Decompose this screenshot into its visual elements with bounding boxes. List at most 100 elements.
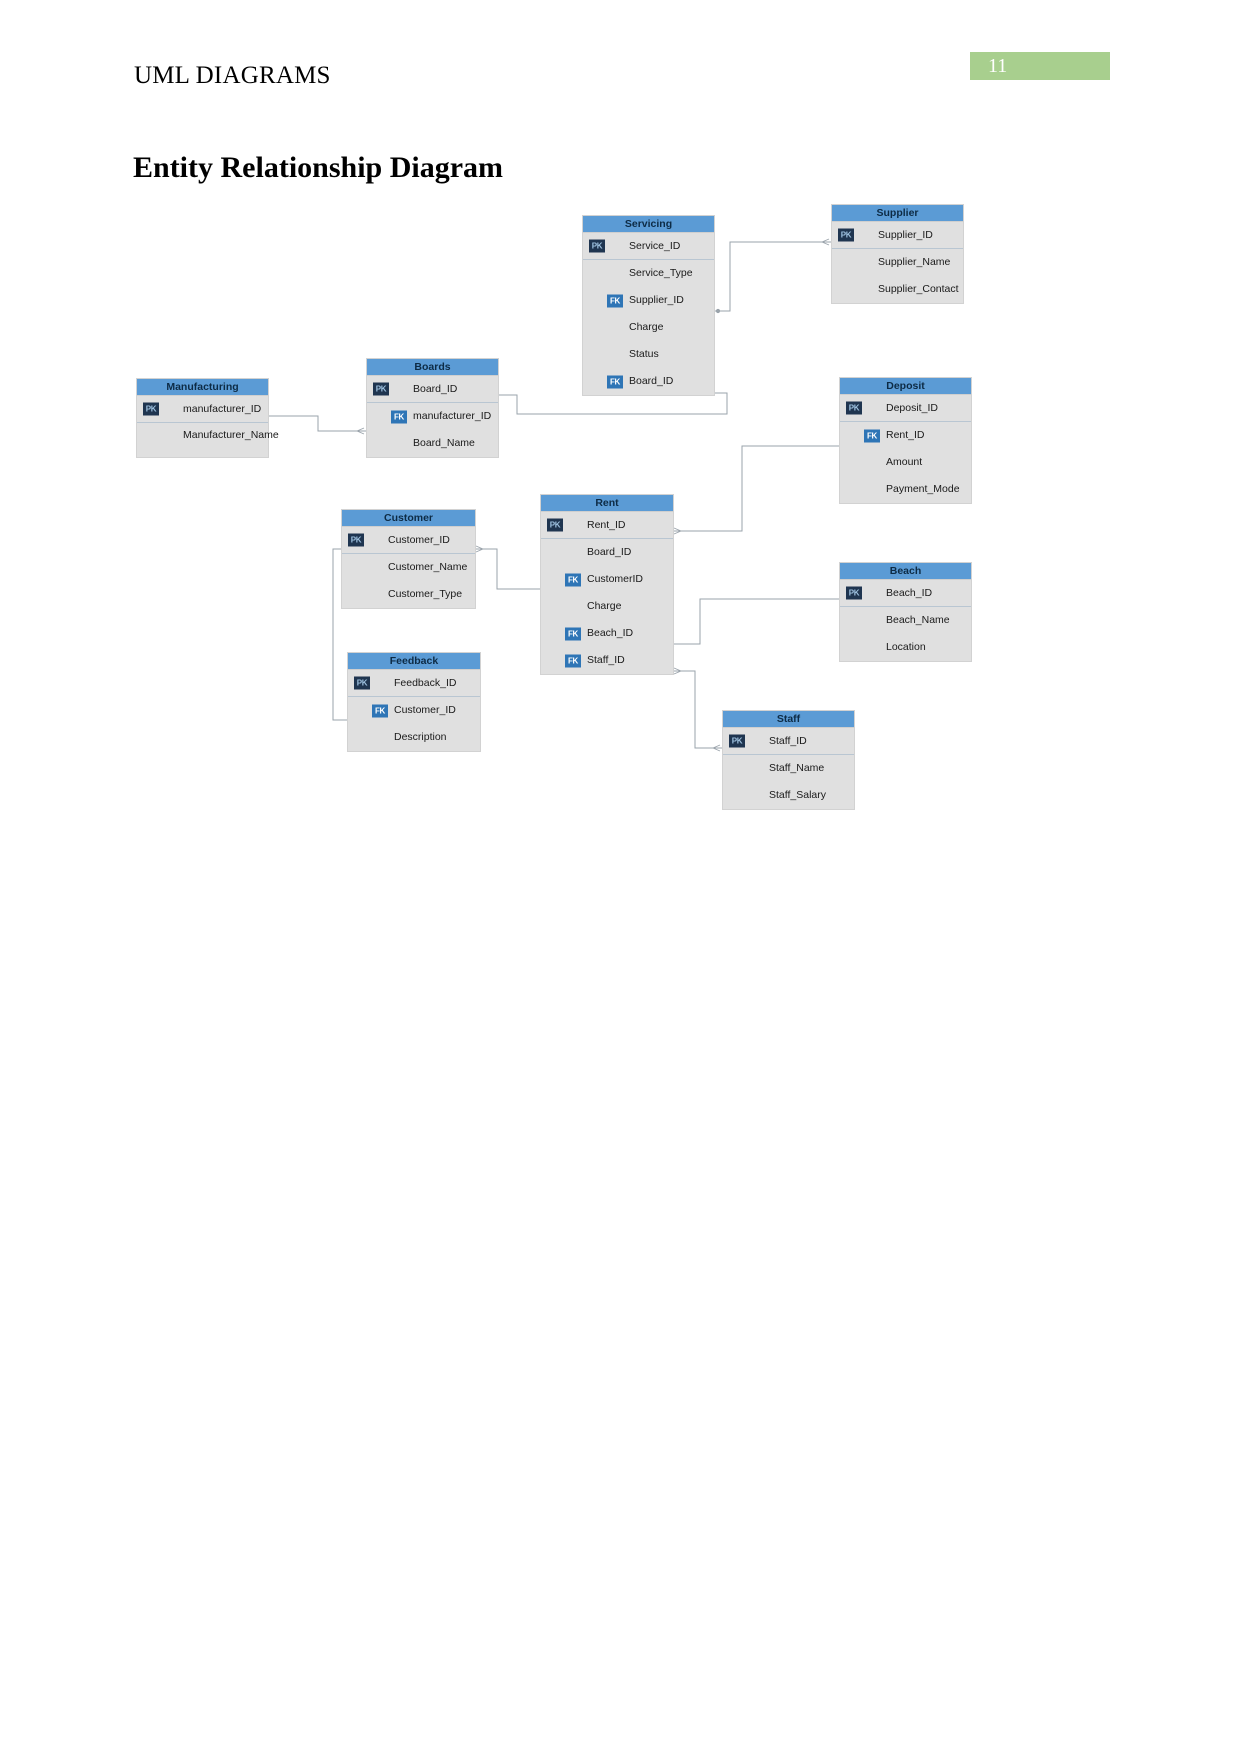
primary-key-icon: PK [348, 533, 364, 547]
attribute-label: Customer_Name [388, 561, 468, 573]
attribute-row[interactable]: PK Beach_ID [840, 580, 971, 607]
attribute-label: Charge [587, 600, 622, 612]
primary-key-icon: PK [373, 382, 389, 396]
attribute-row[interactable]: PK Customer_ID [342, 527, 475, 554]
attribute-list: PK Deposit_ID FK Rent_ID Amount Payment_Mode [840, 395, 971, 503]
foreign-key-icon: FK [372, 704, 388, 717]
attribute-row[interactable]: FK Board_ID [583, 368, 714, 395]
attribute-row[interactable]: FK Customer_ID [348, 697, 480, 724]
primary-key-icon: PK [846, 586, 862, 600]
attribute-row[interactable]: PK Service_ID [583, 233, 714, 260]
attribute-row[interactable]: Staff_Salary [723, 782, 854, 809]
attribute-label: Staff_Name [769, 762, 825, 774]
entity-title: Feedback [348, 653, 480, 670]
entity-title: Manufacturing [137, 379, 268, 396]
attribute-label: Board_ID [587, 546, 632, 558]
attribute-row[interactable]: FK CustomerID [541, 566, 673, 593]
attribute-label: Service_Type [629, 267, 693, 279]
entity-feedback[interactable]: Feedback PK Feedback_ID FK Customer_ID Descri… [347, 652, 481, 752]
attribute-label: Description [394, 731, 447, 743]
attribute-label: Supplier_ID [629, 294, 684, 306]
attribute-label: CustomerID [587, 573, 644, 585]
attribute-label: Board_ID [413, 383, 458, 395]
attribute-row[interactable]: Amount [840, 449, 971, 476]
attribute-row[interactable]: Location [840, 634, 971, 661]
attribute-row[interactable]: Description [348, 724, 480, 751]
attribute-label: Beach_ID [587, 627, 634, 639]
attribute-label: Location [886, 641, 926, 653]
attribute-row[interactable]: Customer_Name [342, 554, 475, 581]
entity-title: Customer [342, 510, 475, 527]
attribute-row[interactable]: PK Rent_ID [541, 512, 673, 539]
foreign-key-icon: FK [607, 375, 623, 388]
attribute-row[interactable]: FK Staff_ID [541, 647, 673, 674]
attribute-row[interactable]: Board_ID [541, 539, 673, 566]
attribute-list: PK Service_ID Service_Type FK Supplier_ID Cha… [583, 233, 714, 395]
attribute-row[interactable]: PK Feedback_ID [348, 670, 480, 697]
attribute-row[interactable]: Charge [541, 593, 673, 620]
attribute-row[interactable]: PK Deposit_ID [840, 395, 971, 422]
attribute-row[interactable]: PK Board_ID [367, 376, 498, 403]
attribute-row[interactable]: Service_Type [583, 260, 714, 287]
attribute-row[interactable]: PK Supplier_ID [832, 222, 963, 249]
attribute-label: Staff_Salary [769, 789, 827, 801]
attribute-label: Feedback_ID [394, 677, 457, 689]
attribute-label: Customer_ID [394, 704, 456, 716]
attribute-row[interactable]: FK manufacturer_ID [367, 403, 498, 430]
entity-title: Supplier [832, 205, 963, 222]
attribute-row[interactable]: Supplier_Name [832, 249, 963, 276]
entity-rent[interactable]: Rent PK Rent_ID Board_ID FK CustomerID Charge F… [540, 494, 674, 675]
entity-title: Rent [541, 495, 673, 512]
attribute-row[interactable]: FK Supplier_ID [583, 287, 714, 314]
attribute-row[interactable]: Payment_Mode [840, 476, 971, 503]
primary-key-icon: PK [547, 518, 563, 532]
attribute-label: Supplier_Name [878, 256, 951, 268]
entity-deposit[interactable]: Deposit PK Deposit_ID FK Rent_ID Amount Paymen… [839, 377, 972, 504]
attribute-row[interactable]: Board_Name [367, 430, 498, 457]
attribute-row[interactable]: PK manufacturer_ID [137, 396, 268, 423]
entity-supplier[interactable]: Supplier PK Supplier_ID Supplier_Name Suppli… [831, 204, 964, 304]
attribute-label: manufacturer_ID [413, 410, 492, 422]
foreign-key-icon: FK [864, 429, 880, 442]
attribute-row[interactable]: Manufacturer_Name [137, 423, 279, 457]
attribute-label: Staff_ID [769, 735, 807, 747]
attribute-list: PK Board_ID FK manufacturer_ID Board_Name [367, 376, 498, 457]
attribute-label: Rent_ID [886, 429, 925, 441]
attribute-row[interactable]: Customer_Type [342, 581, 475, 608]
entity-title: Beach [840, 563, 971, 580]
entity-boards[interactable]: Boards PK Board_ID FK manufacturer_ID Board_N… [366, 358, 499, 458]
attribute-label: Supplier_ID [878, 229, 933, 241]
page-number: 11 [988, 55, 1008, 77]
entity-beach[interactable]: Beach PK Beach_ID Beach_Name Location [839, 562, 972, 662]
attribute-label: Staff_ID [587, 654, 625, 666]
entity-servicing[interactable]: Servicing PK Service_ID Service_Type FK Suppl… [582, 215, 715, 396]
entity-staff[interactable]: Staff PK Staff_ID Staff_Name Staff_Salary [722, 710, 855, 810]
attribute-label: Payment_Mode [886, 483, 960, 495]
attribute-row[interactable]: Charge [583, 314, 714, 341]
foreign-key-icon: FK [565, 573, 581, 586]
attribute-list: PK Beach_ID Beach_Name Location [840, 580, 971, 661]
attribute-label: Board_Name [413, 437, 475, 449]
attribute-row[interactable]: FK Rent_ID [840, 422, 971, 449]
attribute-row[interactable]: Staff_Name [723, 755, 854, 782]
attribute-label: Customer_ID [388, 534, 450, 546]
attribute-label: Supplier_Contact [878, 283, 959, 295]
entity-customer[interactable]: Customer PK Customer_ID Customer_Name Custom… [341, 509, 476, 609]
attribute-row[interactable]: FK Beach_ID [541, 620, 673, 647]
attribute-list: PK Rent_ID Board_ID FK CustomerID Charge FK Bea… [541, 512, 673, 674]
entity-manufacturing[interactable]: Manufacturing PK manufacturer_ID Manufactur… [136, 378, 279, 458]
attribute-row[interactable]: Beach_Name [840, 607, 971, 634]
attribute-label: manufacturer_ID [183, 403, 262, 415]
attribute-list: PK Staff_ID Staff_Name Staff_Salary [723, 728, 854, 809]
primary-key-icon: PK [354, 676, 370, 690]
attribute-list: PK Feedback_ID FK Customer_ID Description [348, 670, 480, 751]
attribute-row[interactable]: Supplier_Contact [832, 276, 963, 303]
attribute-label: Manufacturer_Name [183, 429, 279, 441]
attribute-label: Board_ID [629, 375, 674, 387]
attribute-row[interactable]: Status [583, 341, 714, 368]
foreign-key-icon: FK [565, 654, 581, 667]
attribute-row[interactable]: PK Staff_ID [723, 728, 854, 755]
er-diagram: Servicing PK Service_ID Service_Type FK Suppl… [0, 185, 1241, 835]
entity-title: Servicing [583, 216, 714, 233]
attribute-list: PK Customer_ID Customer_Name Customer_Type [342, 527, 475, 608]
